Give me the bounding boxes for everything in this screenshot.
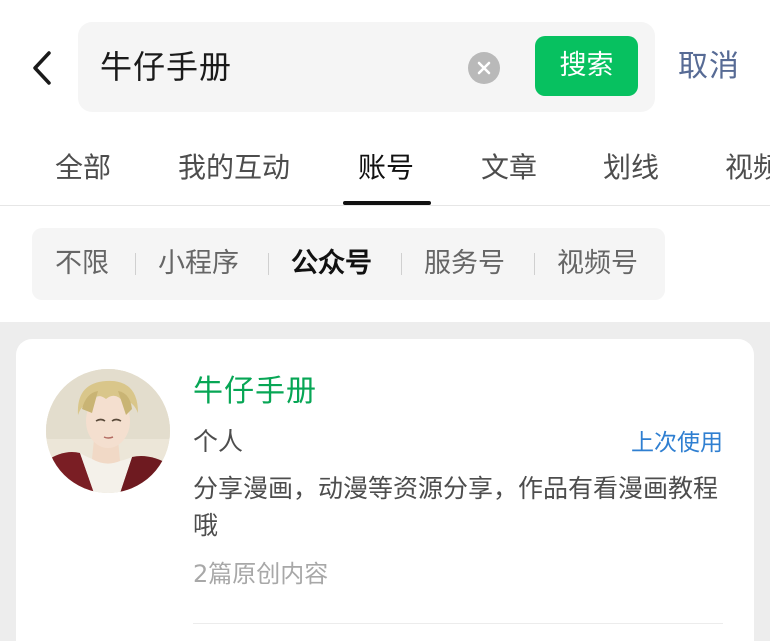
search-button[interactable]: 搜索 [535,36,638,96]
card-divider [193,623,723,624]
filter-channels[interactable]: 视频号 [557,242,638,286]
recently-used-badge: 上次使用 [631,430,723,456]
back-button[interactable] [22,46,62,90]
filter-mini-program[interactable]: 小程序 [158,242,239,286]
search-input[interactable]: 牛仔手册 搜索 [78,22,655,112]
active-tab-indicator [343,201,431,205]
tab-accounts[interactable]: 账号 [358,146,414,190]
tab-videos[interactable]: 视频 [725,146,770,190]
account-result-card[interactable]: 牛仔手册 个人 上次使用 分享漫画，动漫等资源分享，作品有看漫画教程哦 2篇原创… [16,339,754,641]
filter-divider [401,253,402,275]
filter-divider [135,253,136,275]
avatar-illustration [46,369,170,493]
account-type-filter: 不限 小程序 公众号 服务号 视频号 [32,228,665,300]
account-description: 分享漫画，动漫等资源分享，作品有看漫画教程哦 [193,474,719,540]
cancel-button[interactable]: 取消 [678,46,740,88]
filter-official-account[interactable]: 公众号 [291,242,372,286]
original-content-count: 2篇原创内容 [193,560,329,588]
tab-articles[interactable]: 文章 [481,146,537,190]
account-type-label: 个人 [193,427,244,456]
search-query-text: 牛仔手册 [100,48,233,86]
filter-divider [268,253,269,275]
avatar [46,369,170,493]
filter-service-account[interactable]: 服务号 [424,242,505,286]
clear-search-button[interactable] [468,52,500,84]
tab-my-interactions[interactable]: 我的互动 [178,146,290,190]
category-tabs: 全部 我的互动 账号 文章 划线 视频 [0,134,770,206]
tab-highlights[interactable]: 划线 [603,146,659,190]
clear-x-icon [477,61,491,75]
tab-all[interactable]: 全部 [55,146,111,190]
chevron-left-icon [33,51,51,85]
filter-divider [534,253,535,275]
account-name[interactable]: 牛仔手册 [193,371,317,413]
filter-unlimited[interactable]: 不限 [55,242,109,286]
search-header: 牛仔手册 搜索 取消 [0,0,770,130]
